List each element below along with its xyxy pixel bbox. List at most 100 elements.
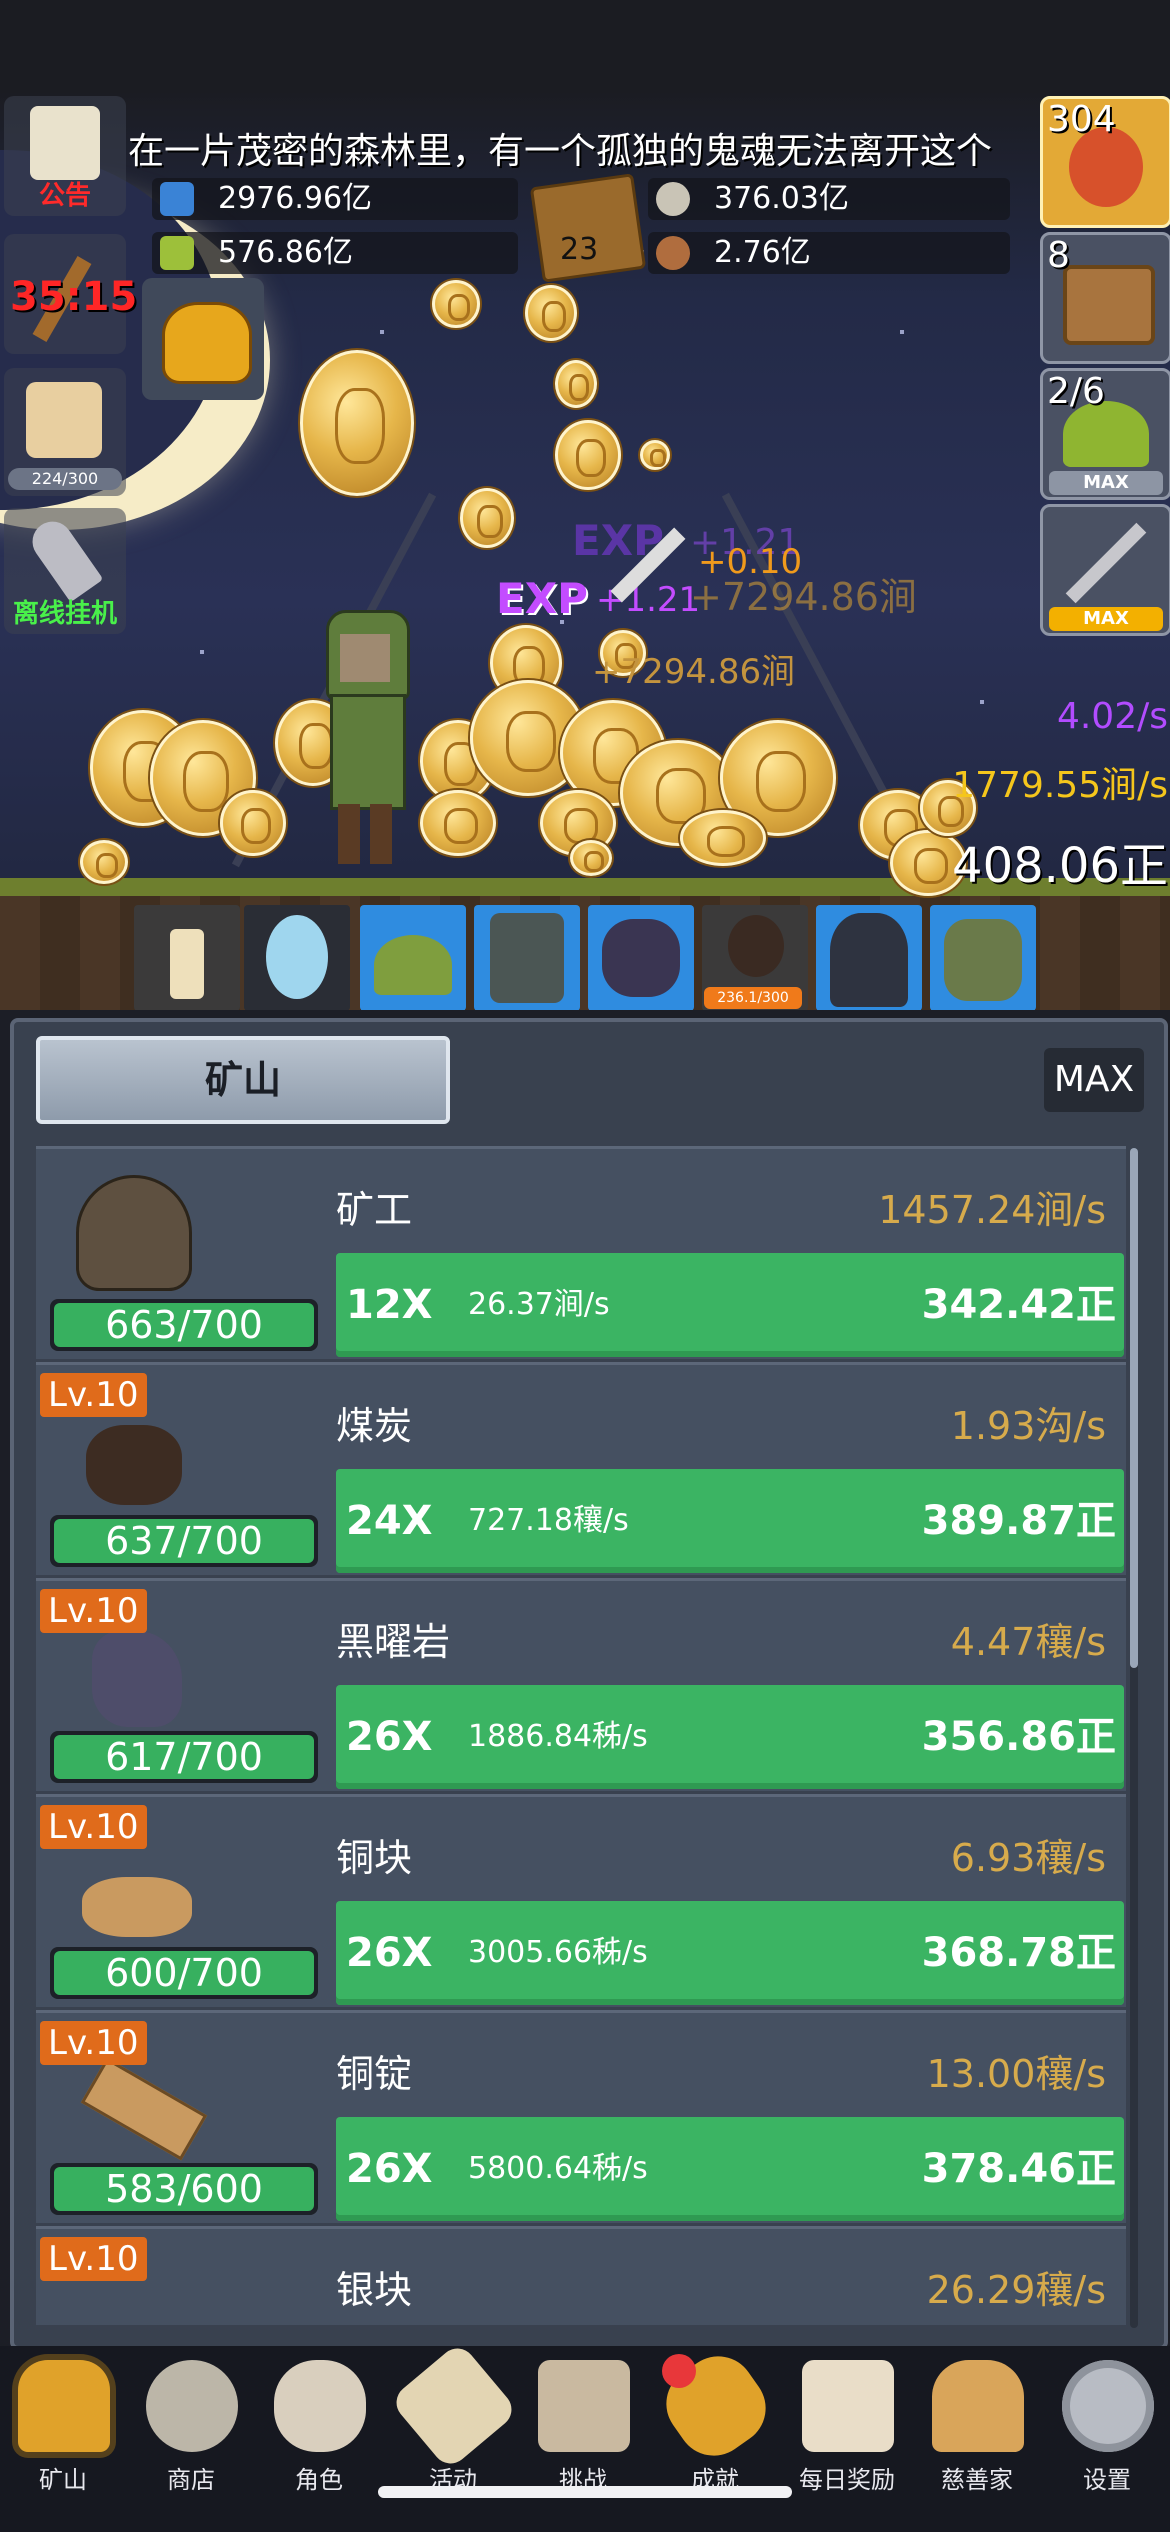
tab-mine[interactable]: 矿山: [36, 1036, 450, 1124]
upgrade-row-obsidian[interactable]: Lv.10 617/700 黑曜岩 4.47穰/s 26X 1886.84秭/s…: [36, 1578, 1126, 1791]
key-icon: [24, 513, 104, 603]
monster-slime[interactable]: [360, 905, 466, 1010]
map-icon: [538, 2360, 630, 2452]
skull-icon: [274, 2360, 366, 2452]
coin-icon: [640, 440, 670, 470]
offline-idle-button[interactable]: 离线挂机: [4, 508, 126, 634]
upgrade-row-coal[interactable]: Lv.10 637/700 煤炭 1.93沟/s 24X 727.18穰/s 3…: [36, 1362, 1126, 1575]
scroll-icon: [30, 106, 100, 180]
ghost-character: [320, 610, 410, 870]
hooded-reaper-icon: [830, 913, 908, 1007]
envelope-icon: [802, 2360, 894, 2452]
bat-icon: [602, 919, 680, 997]
monster-reaper[interactable]: [816, 905, 922, 1010]
coin-icon: [680, 810, 766, 866]
nav-challenge[interactable]: 挑战: [520, 2360, 646, 2500]
gold-gain: +7294.86涧: [690, 575, 917, 619]
sword-icon: [1065, 522, 1147, 604]
home-indicator[interactable]: [378, 2486, 792, 2498]
story-text: 在一片茂密的森林里，有一个孤独的鬼魂无法离开这个: [128, 131, 993, 172]
beer-mug-icon: [26, 382, 102, 458]
miner-helmet-icon: [46, 1169, 202, 1319]
resource-stone: 376.03亿: [648, 178, 1010, 220]
coin-icon: [555, 420, 621, 490]
spider-icon: [728, 915, 784, 977]
exp-rate: 4.02/s: [1056, 696, 1168, 737]
egg-icon: [266, 915, 328, 999]
coin-icon: [420, 790, 496, 856]
coin-icon: [300, 350, 414, 496]
slime-icon: [374, 935, 452, 995]
coin-icon: [525, 285, 577, 341]
upgrade-button[interactable]: 24X 727.18穰/s 389.87正: [336, 1469, 1124, 1573]
resource-blue-potion: 2976.96亿: [152, 178, 518, 220]
stone-icon: [656, 182, 690, 216]
game-scene[interactable]: 在一片茂密的森林里，有一个孤独的鬼魂无法离开这个 2976.96亿 576.86…: [0, 0, 1170, 1010]
exp-value: +1.21: [596, 580, 701, 620]
candle-slot[interactable]: [134, 905, 240, 1010]
food-button[interactable]: 224/300: [4, 368, 126, 496]
zombie-head-icon: [490, 913, 564, 1003]
count-box: 637/700: [50, 1515, 318, 1567]
book-count: 23: [560, 232, 599, 267]
upgrade-row-copper-ingot[interactable]: Lv.10 583/600 铜锭 13.00穰/s 26X 5800.64秭/s…: [36, 2010, 1126, 2223]
upgrade-row-copper-ore[interactable]: Lv.10 600/700 铜块 6.93穰/s 26X 3005.66秭/s …: [36, 1794, 1126, 2007]
monster-spider-boss[interactable]: 236.1/300: [702, 905, 808, 1010]
potion-button[interactable]: 304: [1040, 96, 1170, 228]
nav-settings[interactable]: 设置: [1044, 2360, 1170, 2500]
coin-icon: [432, 280, 480, 328]
notice-button[interactable]: 公告: [4, 96, 126, 216]
orc-icon: [944, 919, 1022, 1001]
coin-icon: [570, 840, 612, 876]
count-box: 600/700: [50, 1947, 318, 1999]
boss-progress: 236.1/300: [704, 987, 802, 1009]
slime-button[interactable]: 2/6 MAX: [1040, 368, 1170, 500]
nav-events[interactable]: 活动: [389, 2341, 519, 2500]
monster-bat[interactable]: [588, 905, 694, 1010]
gear-icon: [1062, 2360, 1154, 2452]
count-box: 663/700: [50, 1299, 318, 1351]
nav-philanthropist[interactable]: 慈善家: [914, 2360, 1040, 2500]
nav-shop[interactable]: 商店: [128, 2360, 254, 2500]
green-potion-icon: [160, 236, 194, 270]
nav-daily-reward[interactable]: 每日奖励: [784, 2360, 910, 2500]
stone-tablet-icon: [146, 2360, 238, 2452]
nav-achievements[interactable]: 成就: [651, 2341, 781, 2500]
upgrade-row-silver-ore[interactable]: Lv.10 银块 26.29穰/s: [36, 2226, 1126, 2325]
scrollbar-thumb[interactable]: [1130, 1148, 1138, 1668]
treasure-chest-icon: [1063, 265, 1155, 345]
upgrade-row-miner[interactable]: 663/700 矿工 1457.24涧/s 12X 26.37涧/s 342.4…: [36, 1146, 1126, 1359]
bread-icon: [932, 2360, 1024, 2452]
gold-gain: +7294.86涧: [592, 652, 796, 692]
resource-green-potion: 576.86亿: [152, 232, 518, 274]
upgrade-button[interactable]: 26X 1886.84秭/s 356.86正: [336, 1685, 1124, 1789]
nav-character[interactable]: 角色: [256, 2360, 382, 2500]
monster-zombie[interactable]: [474, 905, 580, 1010]
upgrade-button[interactable]: 12X 26.37涧/s 342.42正: [336, 1253, 1124, 1357]
max-button[interactable]: MAX: [1044, 1048, 1144, 1112]
scroll-icon: [389, 2341, 519, 2471]
coin-icon: [80, 840, 128, 884]
count-box: 617/700: [50, 1731, 318, 1783]
exp-label: EXP: [496, 574, 588, 623]
monster-orc[interactable]: [930, 905, 1036, 1010]
total-gold: 408.06正: [952, 838, 1168, 894]
key-chest-button[interactable]: [142, 278, 264, 400]
chest-button[interactable]: 8: [1040, 232, 1170, 364]
egg-slot[interactable]: [244, 905, 350, 1010]
candle-icon: [170, 929, 204, 999]
gold-rate: 1779.55涧/s: [952, 765, 1168, 806]
resource-meat: 2.76亿: [648, 232, 1010, 274]
torch-timer-button[interactable]: 35:15: [4, 234, 137, 354]
blue-potion-icon: [160, 182, 194, 216]
upgrade-button[interactable]: 26X 5800.64秭/s 378.46正: [336, 2117, 1124, 2221]
notification-dot: [662, 2354, 696, 2388]
meat-icon: [656, 236, 690, 270]
upgrade-button[interactable]: 26X 3005.66秭/s 368.78正: [336, 1901, 1124, 2005]
sword-button[interactable]: MAX: [1040, 504, 1170, 636]
coin-icon: [555, 360, 597, 408]
lantern-icon: [18, 2360, 110, 2452]
golden-key-icon: [162, 302, 252, 384]
coin-icon: [220, 790, 286, 856]
nav-mine[interactable]: 矿山: [0, 2360, 126, 2500]
